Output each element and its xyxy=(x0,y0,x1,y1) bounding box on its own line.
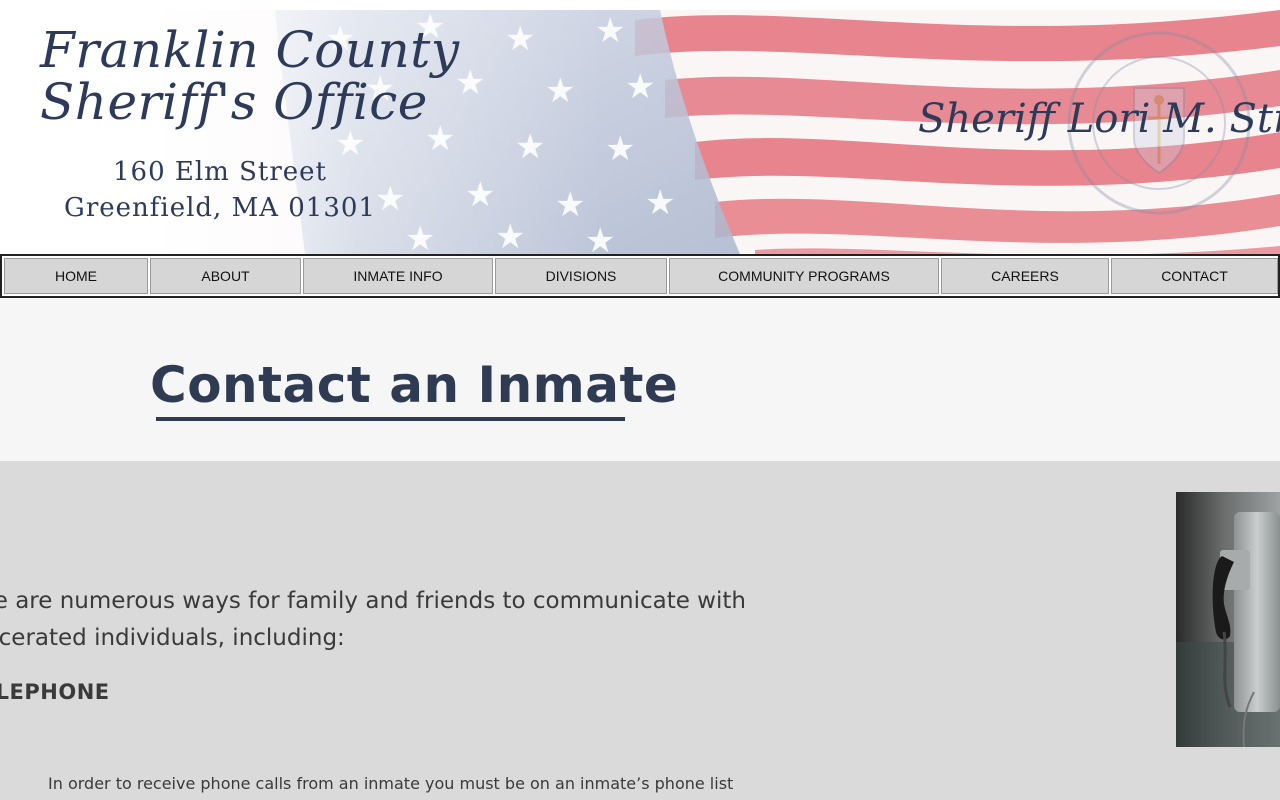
telephone-description: In order to receive phone calls from an … xyxy=(48,774,734,793)
intro-line2: incarcerated individuals, including: xyxy=(0,625,345,651)
title-underline xyxy=(156,417,625,421)
telephone-heading: TELEPHONE xyxy=(0,680,110,704)
sheriff-name: Sheriff Lori M. Streeter xyxy=(918,96,1280,142)
nav-inmate-info[interactable]: INMATE INFO xyxy=(303,258,493,294)
page-title-section: Contact an Inmate xyxy=(0,298,1280,461)
nav-about[interactable]: ABOUT xyxy=(150,258,301,294)
wall-telephone-photo xyxy=(1176,492,1280,747)
header-banner: ★★★★ ★★★★ ★★★★ ★★★★ ★★★ Franklin County … xyxy=(0,0,1280,254)
address-city: Greenfield, MA 01301 xyxy=(64,193,376,223)
page-title: Contact an Inmate xyxy=(150,356,679,414)
main-navigation: HOME ABOUT INMATE INFO DIVISIONS COMMUNI… xyxy=(0,254,1280,298)
nav-divisions[interactable]: DIVISIONS xyxy=(495,258,667,294)
intro-line1: There are numerous ways for family and f… xyxy=(0,588,746,614)
office-title: Franklin County Sheriff's Office xyxy=(40,24,460,128)
intro-paragraph: There are numerous ways for family and f… xyxy=(0,583,802,657)
office-title-line1: Franklin County xyxy=(40,21,460,79)
nav-careers[interactable]: CAREERS xyxy=(941,258,1109,294)
address-street: 160 Elm Street xyxy=(112,157,327,187)
content-section: There are numerous ways for family and f… xyxy=(0,461,1280,800)
nav-home[interactable]: HOME xyxy=(4,258,148,294)
nav-contact[interactable]: CONTACT xyxy=(1111,258,1278,294)
office-title-line2: Sheriff's Office xyxy=(40,73,428,131)
office-address: 160 Elm Street Greenfield, MA 01301 xyxy=(40,154,400,226)
nav-community-programs[interactable]: COMMUNITY PROGRAMS xyxy=(669,258,939,294)
